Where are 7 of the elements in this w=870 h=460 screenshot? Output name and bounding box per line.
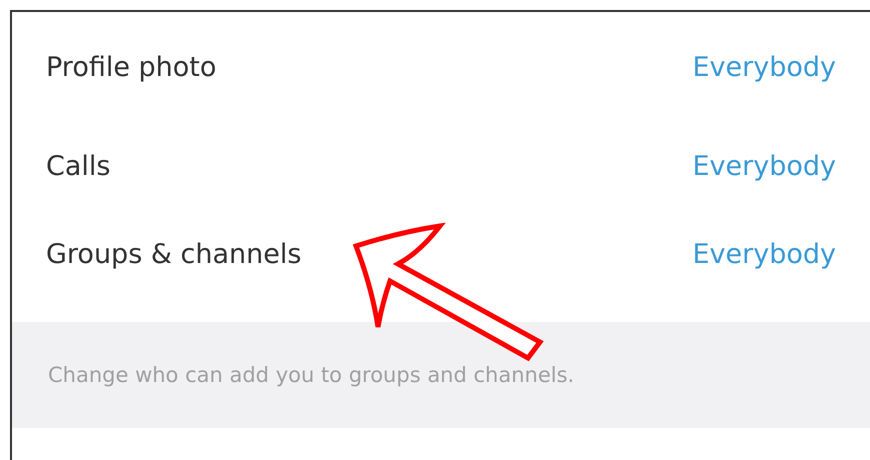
setting-label: Calls <box>46 150 110 182</box>
setting-row[interactable]: Profile photo Everybody <box>12 12 870 122</box>
hint-text: Change who can add you to groups and channels. <box>48 363 574 387</box>
setting-label: Groups & channels <box>46 238 302 270</box>
setting-row[interactable]: Calls Everybody <box>12 122 870 210</box>
setting-row[interactable]: Groups & channels Everybody <box>12 210 870 298</box>
setting-label: Profile photo <box>46 52 216 82</box>
